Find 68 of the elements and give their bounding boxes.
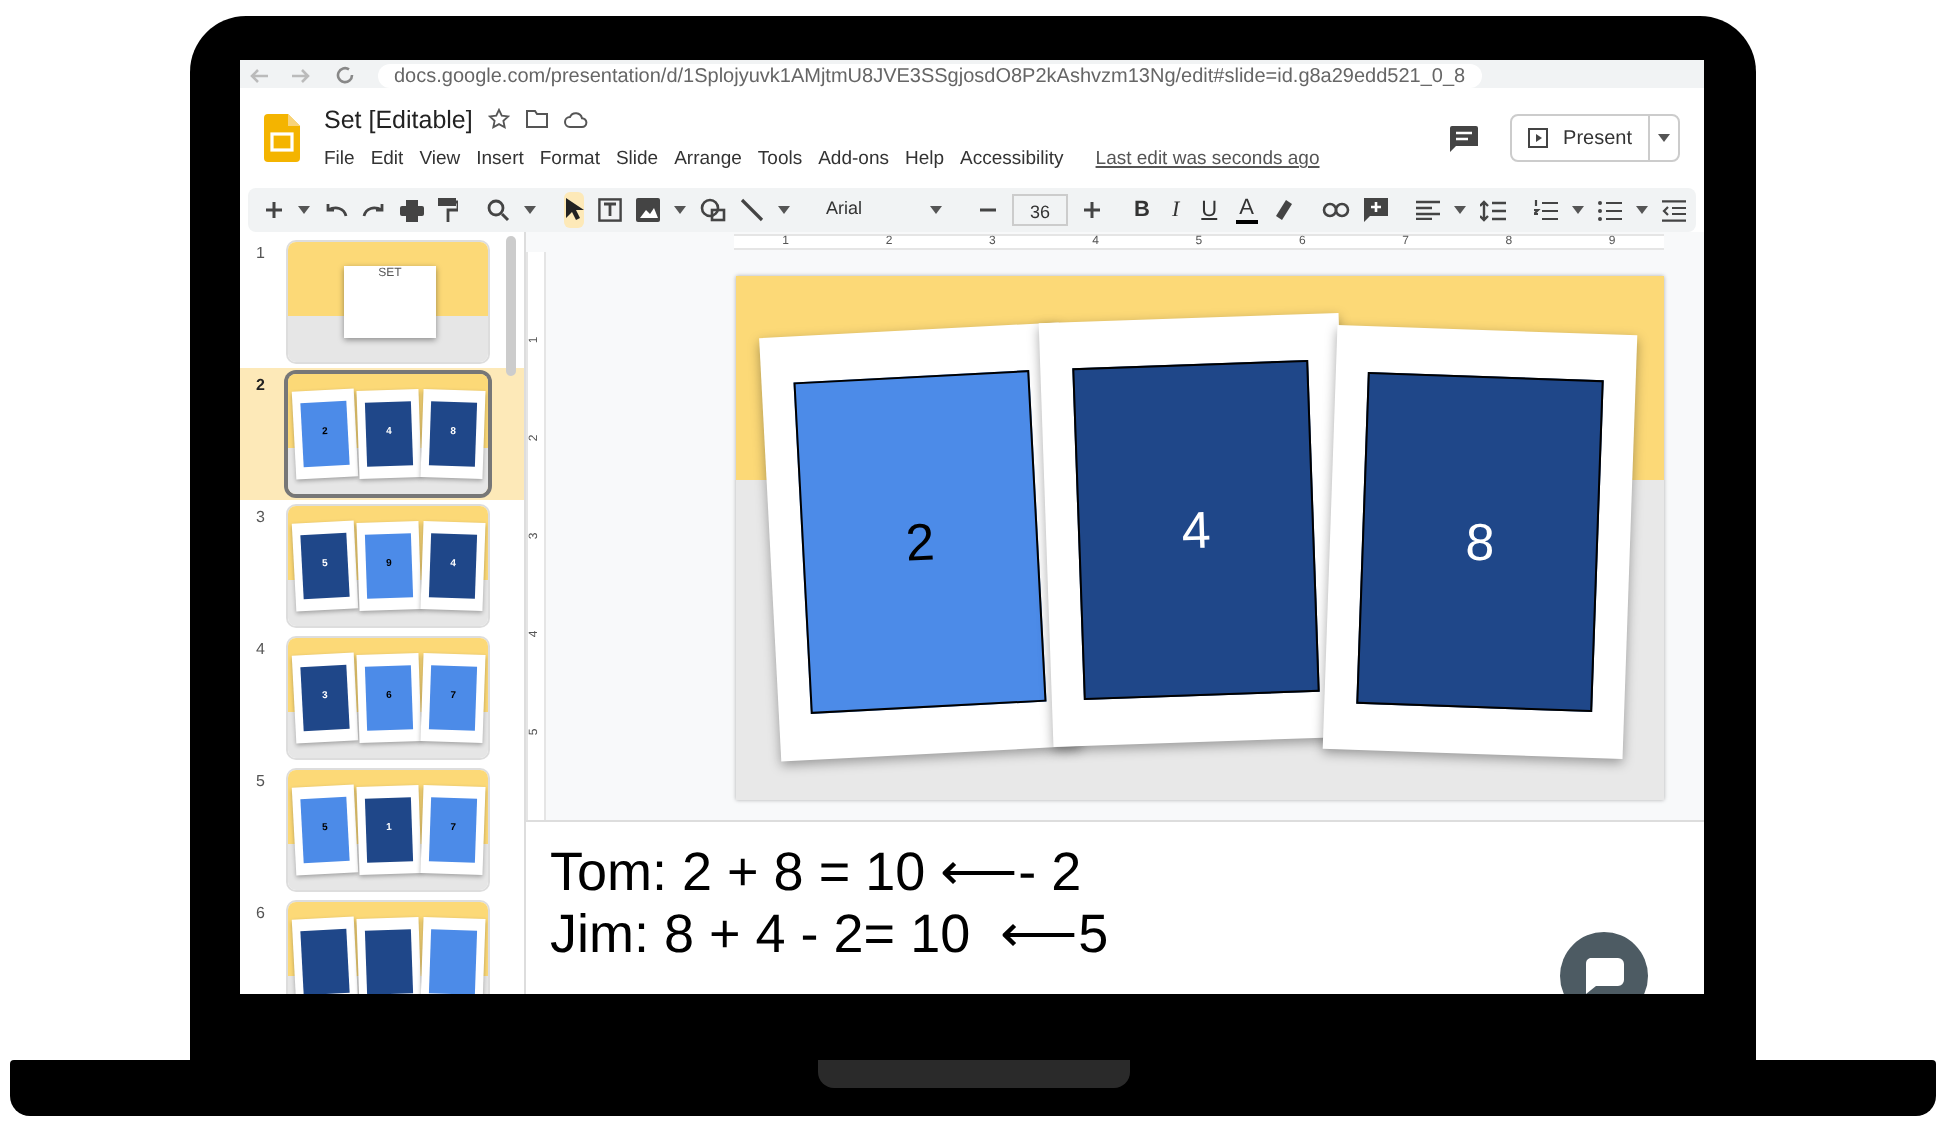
slide-number: 1	[256, 242, 267, 266]
add-comment-icon[interactable]	[1363, 198, 1388, 222]
speaker-note-line[interactable]: Tom: 2 + 8 = 10 ⟵- 2	[550, 842, 1704, 904]
menu-item[interactable]: Tools	[757, 146, 803, 175]
card-number: 4	[1180, 496, 1212, 564]
reload-icon[interactable]	[336, 66, 354, 84]
line-icon[interactable]	[740, 198, 764, 222]
plus-icon[interactable]	[1082, 200, 1103, 220]
menu-item[interactable]: Format	[539, 146, 600, 175]
menu-item[interactable]: Slide	[615, 146, 659, 175]
caret-icon[interactable]	[778, 206, 790, 214]
plus-icon[interactable]	[264, 200, 284, 220]
slide-number: 2	[256, 374, 267, 398]
menu-item[interactable]: Help	[904, 146, 945, 175]
slide-number: 3	[256, 506, 267, 530]
caret-icon[interactable]	[1453, 206, 1466, 214]
last-edit-link[interactable]: Last edit was seconds ago	[1095, 146, 1320, 175]
font-size-field[interactable]: 36	[1012, 194, 1069, 226]
scrollbar	[506, 236, 516, 376]
text-color-button[interactable]: A	[1235, 197, 1258, 223]
document-title[interactable]: Set [Editable]	[324, 101, 473, 139]
caret-icon	[1658, 134, 1670, 142]
zoom-icon[interactable]	[486, 198, 510, 222]
font-dropdown[interactable]: Arial	[818, 196, 951, 224]
folder-icon[interactable]	[526, 110, 549, 129]
paint-format-icon[interactable]	[438, 198, 458, 222]
bold-button[interactable]: B	[1130, 193, 1154, 227]
menu-item[interactable]: Insert	[476, 146, 524, 175]
menu-item[interactable]: File	[324, 146, 355, 175]
undo-icon[interactable]	[324, 200, 348, 220]
text-box-icon[interactable]	[598, 198, 622, 222]
align-icon[interactable]	[1415, 200, 1440, 220]
address-bar[interactable]: docs.google.com/presentation/d/1Splojyuvk1AMjtmU8JVE3SSgjosdO8P2kAshvzm13Ng/edit#slide=id.g8a29edd521_0_8	[378, 64, 1482, 88]
cloud-icon[interactable]	[564, 111, 589, 128]
slide-number: 5	[256, 770, 267, 794]
speech-bubble-icon	[1584, 958, 1624, 994]
redo-icon[interactable]	[362, 200, 386, 220]
line-spacing-icon[interactable]	[1479, 199, 1506, 221]
slide-number: 4	[256, 638, 267, 662]
star-icon[interactable]	[488, 108, 511, 131]
play-icon	[1527, 128, 1548, 148]
menu-item[interactable]: Add-ons	[818, 146, 889, 175]
image-icon[interactable]	[636, 198, 660, 222]
comment-icon[interactable]	[1449, 125, 1478, 151]
caret-icon[interactable]	[1635, 206, 1648, 214]
outdent-icon[interactable]	[1661, 199, 1686, 221]
menu-item[interactable]: View	[419, 146, 461, 175]
slide-number: 6	[256, 902, 267, 926]
menu-item[interactable]: Edit	[370, 146, 404, 175]
underline-button[interactable]: U	[1197, 193, 1222, 227]
italic-button[interactable]: I	[1167, 193, 1184, 227]
bulleted-list-icon[interactable]	[1597, 199, 1622, 221]
menu-item[interactable]: Arrange	[674, 146, 742, 175]
caret-icon	[930, 206, 943, 214]
highlight-icon[interactable]	[1271, 198, 1294, 222]
caret-icon[interactable]	[674, 206, 686, 214]
speaker-note-line[interactable]: Jim: 8 + 4 - 2= 10 ⟵5	[550, 904, 1704, 966]
slide-thumbnail-row[interactable]: 6	[240, 896, 524, 994]
caret-icon[interactable]	[524, 206, 536, 214]
card-number: 2	[903, 508, 937, 576]
caret-icon[interactable]	[298, 206, 310, 214]
menu-item[interactable]: Accessibility	[960, 146, 1064, 175]
card-number: 8	[1464, 508, 1496, 576]
shape-icon[interactable]	[700, 198, 726, 222]
cursor-icon[interactable]	[564, 192, 584, 228]
caret-icon[interactable]	[1571, 206, 1584, 214]
slide-thumbnail[interactable]	[288, 902, 488, 994]
numbered-list-icon[interactable]	[1533, 199, 1558, 221]
